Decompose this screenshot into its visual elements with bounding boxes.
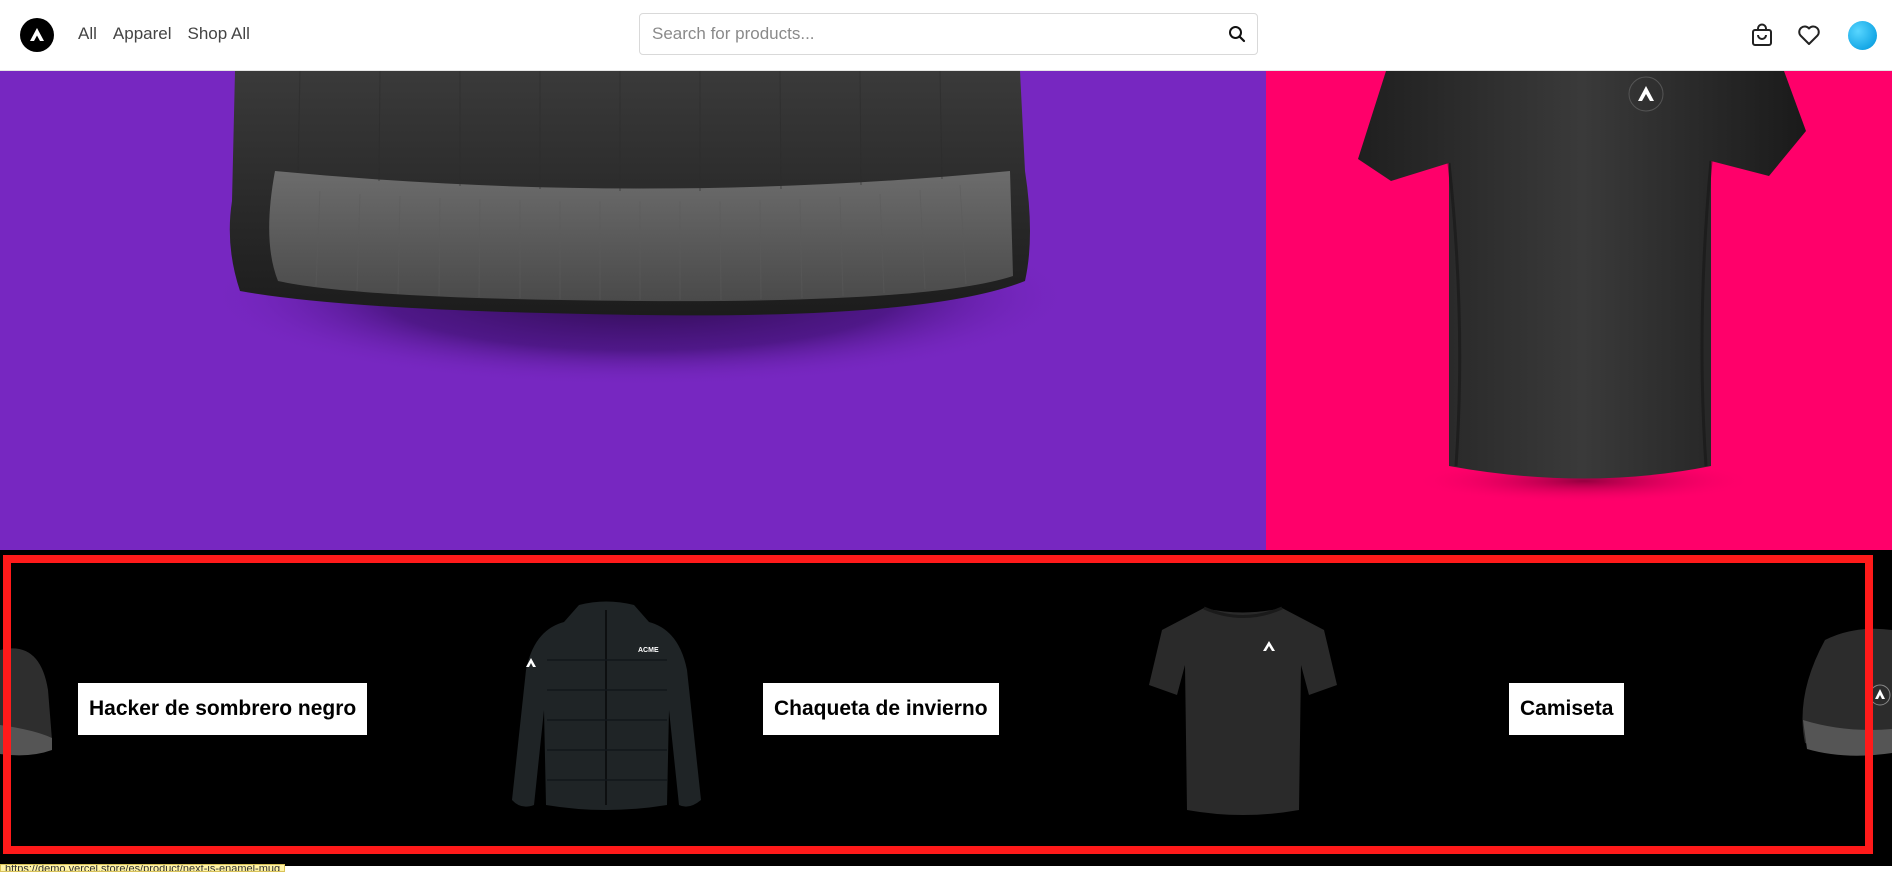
- nav-link-apparel[interactable]: Apparel: [113, 24, 172, 44]
- hero-beanie-image[interactable]: [0, 71, 1266, 550]
- search-icon[interactable]: [1227, 24, 1247, 44]
- hero-tshirt-image[interactable]: [1266, 71, 1892, 550]
- search-input[interactable]: [640, 14, 1200, 54]
- shopping-bag-icon[interactable]: [1749, 22, 1775, 48]
- heart-icon[interactable]: [1796, 22, 1822, 48]
- search-box: [639, 13, 1258, 55]
- site-header: All Apparel Shop All: [0, 0, 1892, 71]
- nav-link-all[interactable]: All: [78, 24, 97, 44]
- highlight-frame: [3, 555, 1873, 854]
- logo-icon: [30, 28, 44, 41]
- nav-link-shop-all[interactable]: Shop All: [188, 24, 250, 44]
- store-logo[interactable]: [20, 18, 54, 52]
- status-bar-url: https://demo.vercel.store/es/product/nex…: [0, 864, 286, 872]
- product-marquee: Hacker de sombrero negro ACME Chaqueta d…: [0, 550, 1892, 866]
- main-nav: All Apparel Shop All: [78, 24, 250, 44]
- user-avatar[interactable]: [1848, 21, 1877, 50]
